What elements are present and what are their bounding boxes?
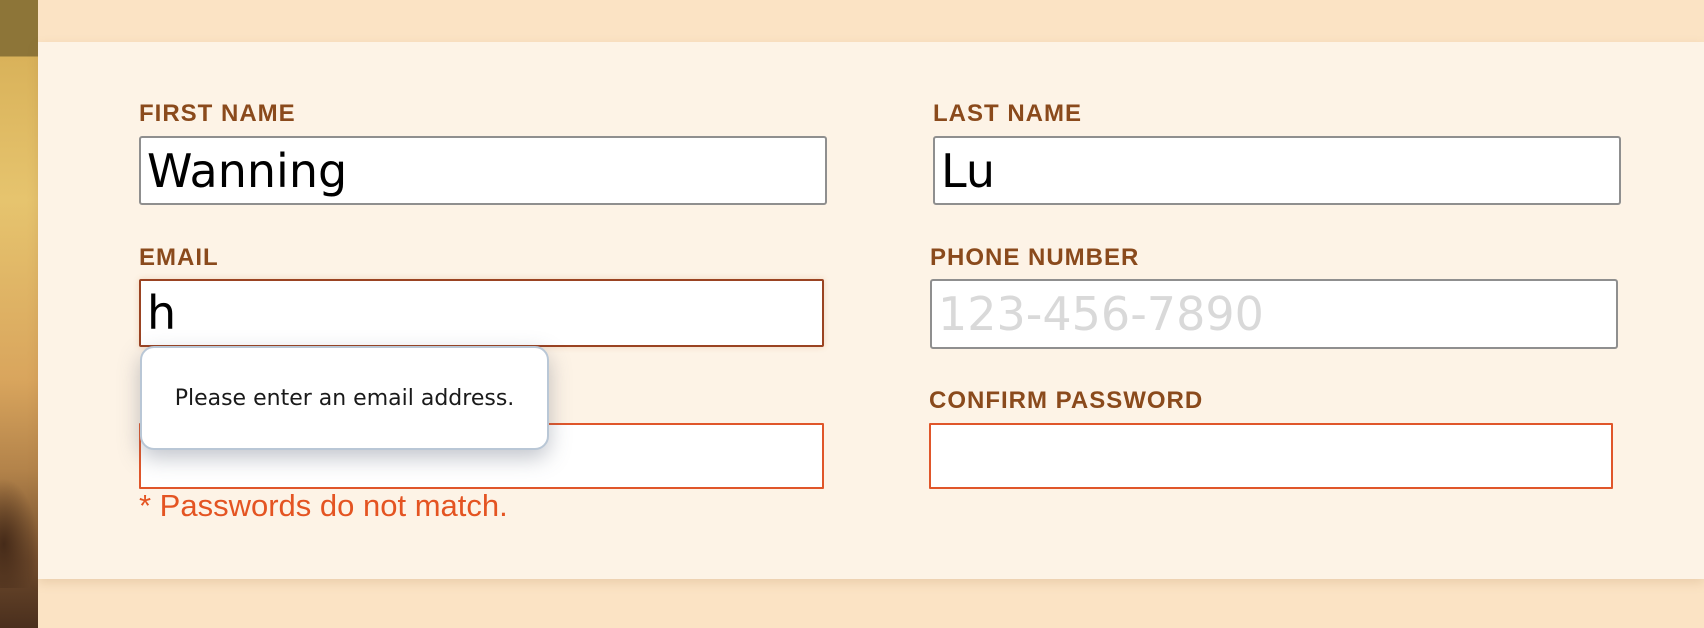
last-name-label: LAST NAME — [933, 100, 1082, 127]
email-validation-message: Please enter an email address. — [174, 385, 515, 411]
email-validation-tooltip: Please enter an email address. — [140, 346, 549, 450]
email-input[interactable] — [139, 279, 824, 347]
background-photo-strip — [0, 0, 38, 628]
password-mismatch-error: * Passwords do not match. — [139, 488, 508, 523]
last-name-input[interactable] — [933, 136, 1621, 205]
confirm-password-label: CONFIRM PASSWORD — [929, 387, 1204, 414]
phone-number-input[interactable] — [930, 279, 1618, 349]
first-name-label: FIRST NAME — [139, 100, 296, 127]
first-name-input[interactable] — [139, 136, 827, 205]
email-label: EMAIL — [139, 244, 219, 271]
background-photo-shade — [0, 478, 38, 588]
confirm-password-input[interactable] — [929, 423, 1613, 489]
phone-number-label: PHONE NUMBER — [930, 244, 1140, 271]
